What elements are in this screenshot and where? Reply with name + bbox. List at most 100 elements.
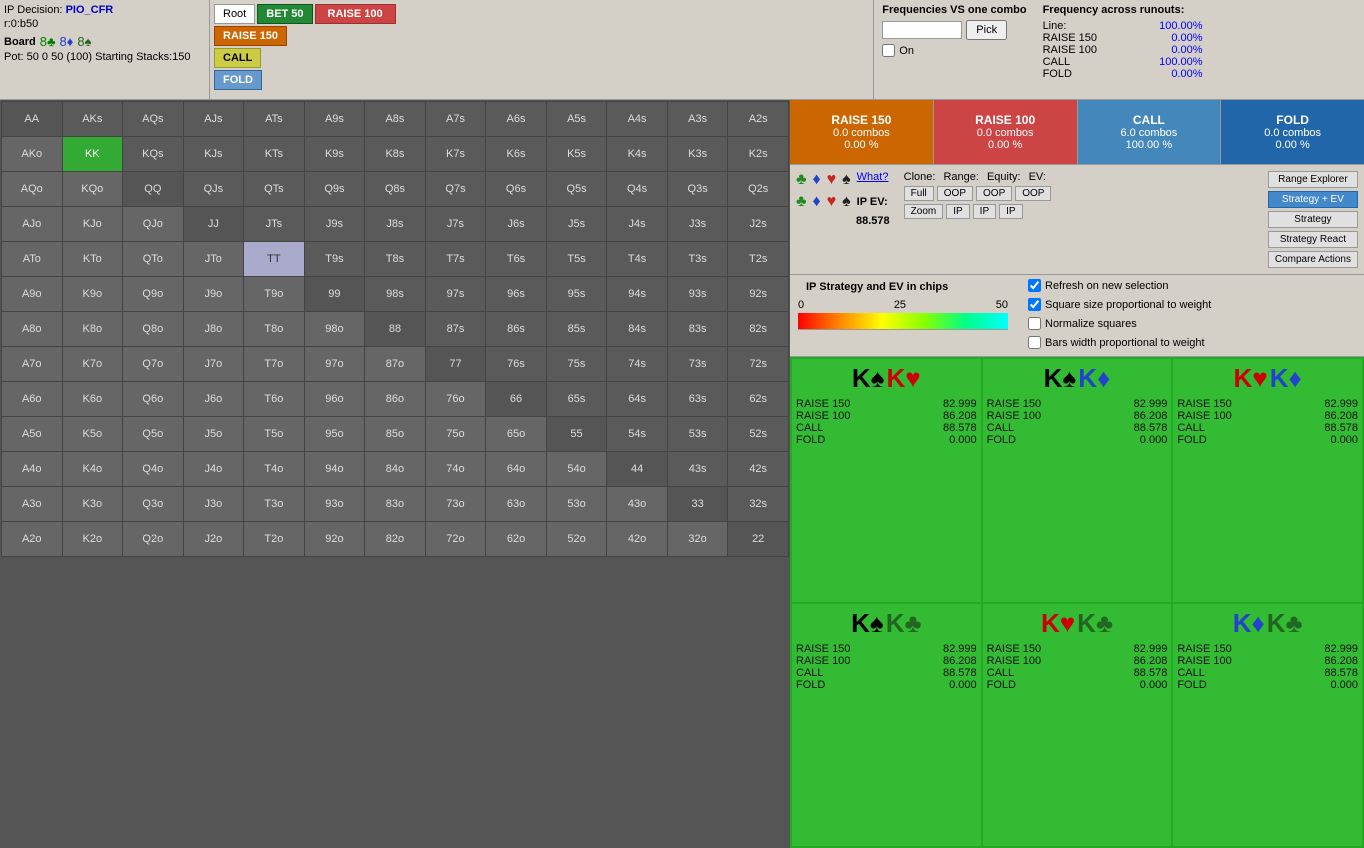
grid-cell[interactable]: 52o (546, 522, 607, 557)
grid-cell[interactable]: T7s (425, 242, 486, 277)
fold-box[interactable]: FOLD 0.0 combos 0.00 % (1221, 100, 1364, 164)
grid-cell[interactable]: 98s (365, 277, 426, 312)
grid-cell[interactable]: Q5o (123, 417, 184, 452)
grid-cell[interactable]: K4o (62, 452, 123, 487)
grid-cell[interactable]: 76o (425, 382, 486, 417)
grid-cell[interactable]: 42s (728, 452, 789, 487)
grid-cell[interactable]: 82s (728, 312, 789, 347)
refresh-checkbox[interactable] (1028, 279, 1041, 292)
combo-card[interactable]: K♠ K♦ RAISE 150 82.999 RAISE 100 86.208 … (983, 359, 1172, 602)
grid-cell[interactable]: K3s (667, 137, 728, 172)
grid-cell[interactable]: Q7o (123, 347, 184, 382)
grid-cell[interactable]: A2o (2, 522, 63, 557)
grid-cell[interactable]: K7s (425, 137, 486, 172)
grid-cell[interactable]: 94s (607, 277, 668, 312)
grid-cell[interactable]: J8s (365, 207, 426, 242)
oop-button-1[interactable]: OOP (937, 186, 973, 201)
grid-cell[interactable]: JTo (183, 242, 244, 277)
grid-cell[interactable]: A9s (304, 102, 365, 137)
grid-cell[interactable]: J7o (183, 347, 244, 382)
grid-cell[interactable]: Q4o (123, 452, 184, 487)
grid-cell[interactable]: 93o (304, 487, 365, 522)
grid-cell[interactable]: 43s (667, 452, 728, 487)
grid-cell[interactable]: A6s (486, 102, 547, 137)
raise150-box[interactable]: RAISE 150 0.0 combos 0.00 % (790, 100, 934, 164)
grid-cell[interactable]: T4s (607, 242, 668, 277)
grid-cell[interactable]: K8o (62, 312, 123, 347)
grid-cell[interactable]: 55 (546, 417, 607, 452)
grid-cell[interactable]: TT (244, 242, 305, 277)
grid-cell[interactable]: Q3o (123, 487, 184, 522)
grid-cell[interactable]: 74s (607, 347, 668, 382)
grid-cell[interactable]: JJ (183, 207, 244, 242)
grid-cell[interactable]: 65s (546, 382, 607, 417)
grid-cell[interactable]: 63o (486, 487, 547, 522)
grid-cell[interactable]: 66 (486, 382, 547, 417)
grid-cell[interactable]: 93s (667, 277, 728, 312)
grid-cell[interactable]: T7o (244, 347, 305, 382)
normalize-checkbox[interactable] (1028, 317, 1041, 330)
grid-cell[interactable]: JTs (244, 207, 305, 242)
grid-cell[interactable]: Q2o (123, 522, 184, 557)
grid-cell[interactable]: K3o (62, 487, 123, 522)
grid-cell[interactable]: A8s (365, 102, 426, 137)
grid-cell[interactable]: J9s (304, 207, 365, 242)
grid-cell[interactable]: A4s (607, 102, 668, 137)
grid-cell[interactable]: 92o (304, 522, 365, 557)
combo-card[interactable]: K♥ K♦ RAISE 150 82.999 RAISE 100 86.208 … (1173, 359, 1362, 602)
grid-cell[interactable]: QJo (123, 207, 184, 242)
root-button[interactable]: Root (214, 4, 255, 24)
grid-cell[interactable]: J3o (183, 487, 244, 522)
grid-cell[interactable]: A7s (425, 102, 486, 137)
grid-cell[interactable]: AJo (2, 207, 63, 242)
grid-cell[interactable]: 83o (365, 487, 426, 522)
grid-cell[interactable]: Q4s (607, 172, 668, 207)
bet50-button[interactable]: BET 50 (257, 4, 312, 24)
grid-cell[interactable]: 52s (728, 417, 789, 452)
grid-cell[interactable]: QQ (123, 172, 184, 207)
grid-cell[interactable]: 22 (728, 522, 789, 557)
grid-cell[interactable]: 85o (365, 417, 426, 452)
grid-cell[interactable]: 32o (667, 522, 728, 557)
grid-cell[interactable]: 94o (304, 452, 365, 487)
grid-cell[interactable]: J3s (667, 207, 728, 242)
what-link[interactable]: What? (857, 171, 889, 189)
freq-input[interactable] (882, 21, 962, 39)
grid-cell[interactable]: KTs (244, 137, 305, 172)
grid-cell[interactable]: A9o (2, 277, 63, 312)
grid-cell[interactable]: QTs (244, 172, 305, 207)
grid-cell[interactable]: J8o (183, 312, 244, 347)
grid-cell[interactable]: K9o (62, 277, 123, 312)
grid-cell[interactable]: 42o (607, 522, 668, 557)
grid-cell[interactable]: Q7s (425, 172, 486, 207)
grid-cell[interactable]: K4s (607, 137, 668, 172)
grid-cell[interactable]: K6s (486, 137, 547, 172)
strategy-react-button[interactable]: Strategy React (1268, 231, 1358, 248)
grid-cell[interactable]: KK (62, 137, 123, 172)
grid-cell[interactable]: K5o (62, 417, 123, 452)
grid-cell[interactable]: T5o (244, 417, 305, 452)
grid-cell[interactable]: KQs (123, 137, 184, 172)
ip-button-2[interactable]: IP (973, 204, 996, 219)
grid-cell[interactable]: J2o (183, 522, 244, 557)
grid-cell[interactable]: 97o (304, 347, 365, 382)
hand-grid[interactable]: AAAKsAQsAJsATsA9sA8sA7sA6sA5sA4sA3sA2sAK… (1, 101, 789, 557)
pick-button[interactable]: Pick (966, 20, 1007, 40)
grid-cell[interactable]: 95o (304, 417, 365, 452)
grid-cell[interactable]: J5o (183, 417, 244, 452)
grid-cell[interactable]: 33 (667, 487, 728, 522)
combo-card[interactable]: K♠ K♥ RAISE 150 82.999 RAISE 100 86.208 … (792, 359, 981, 602)
grid-cell[interactable]: Q2s (728, 172, 789, 207)
strategy-button[interactable]: Strategy (1268, 211, 1358, 228)
grid-cell[interactable]: 62o (486, 522, 547, 557)
grid-cell[interactable]: AQs (123, 102, 184, 137)
square-size-checkbox[interactable] (1028, 298, 1041, 311)
grid-cell[interactable]: J4s (607, 207, 668, 242)
grid-cell[interactable]: 84s (607, 312, 668, 347)
grid-cell[interactable]: QTo (123, 242, 184, 277)
grid-cell[interactable]: K6o (62, 382, 123, 417)
grid-cell[interactable]: 54s (607, 417, 668, 452)
grid-cell[interactable]: AQo (2, 172, 63, 207)
grid-cell[interactable]: 53o (546, 487, 607, 522)
grid-cell[interactable]: A8o (2, 312, 63, 347)
